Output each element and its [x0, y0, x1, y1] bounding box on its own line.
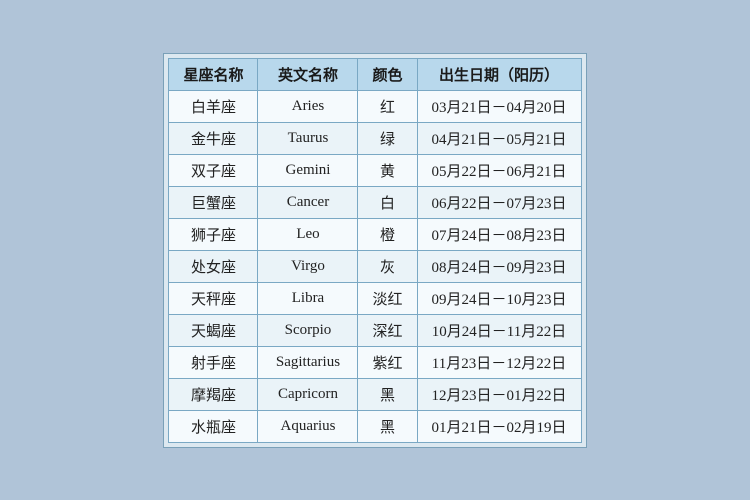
cell-color: 黄	[358, 154, 417, 186]
cell-date: 07月24日－08月23日	[417, 218, 581, 250]
cell-chinese: 双子座	[169, 154, 258, 186]
cell-english: Sagittarius	[258, 346, 358, 378]
cell-color: 橙	[358, 218, 417, 250]
cell-chinese: 处女座	[169, 250, 258, 282]
cell-english: Aquarius	[258, 410, 358, 442]
cell-color: 黑	[358, 378, 417, 410]
cell-color: 紫红	[358, 346, 417, 378]
cell-chinese: 狮子座	[169, 218, 258, 250]
table-row: 巨蟹座Cancer白06月22日－07月23日	[169, 186, 581, 218]
cell-color: 红	[358, 90, 417, 122]
cell-english: Leo	[258, 218, 358, 250]
zodiac-table-container: 星座名称 英文名称 颜色 出生日期（阳历） 白羊座Aries红03月21日－04…	[163, 53, 586, 448]
cell-chinese: 水瓶座	[169, 410, 258, 442]
table-row: 水瓶座Aquarius黑01月21日－02月19日	[169, 410, 581, 442]
cell-color: 灰	[358, 250, 417, 282]
cell-chinese: 射手座	[169, 346, 258, 378]
cell-date: 05月22日－06月21日	[417, 154, 581, 186]
cell-chinese: 天秤座	[169, 282, 258, 314]
cell-date: 12月23日－01月22日	[417, 378, 581, 410]
table-row: 狮子座Leo橙07月24日－08月23日	[169, 218, 581, 250]
cell-chinese: 白羊座	[169, 90, 258, 122]
cell-english: Libra	[258, 282, 358, 314]
header-english: 英文名称	[258, 58, 358, 90]
cell-chinese: 天蝎座	[169, 314, 258, 346]
cell-date: 10月24日－11月22日	[417, 314, 581, 346]
cell-english: Capricorn	[258, 378, 358, 410]
header-color: 颜色	[358, 58, 417, 90]
cell-chinese: 巨蟹座	[169, 186, 258, 218]
table-row: 射手座Sagittarius紫红11月23日－12月22日	[169, 346, 581, 378]
table-row: 双子座Gemini黄05月22日－06月21日	[169, 154, 581, 186]
cell-english: Aries	[258, 90, 358, 122]
cell-english: Gemini	[258, 154, 358, 186]
cell-color: 淡红	[358, 282, 417, 314]
cell-date: 08月24日－09月23日	[417, 250, 581, 282]
cell-english: Virgo	[258, 250, 358, 282]
cell-chinese: 摩羯座	[169, 378, 258, 410]
header-chinese: 星座名称	[169, 58, 258, 90]
cell-date: 01月21日－02月19日	[417, 410, 581, 442]
cell-color: 白	[358, 186, 417, 218]
cell-chinese: 金牛座	[169, 122, 258, 154]
cell-english: Cancer	[258, 186, 358, 218]
cell-date: 11月23日－12月22日	[417, 346, 581, 378]
cell-color: 绿	[358, 122, 417, 154]
table-row: 天秤座Libra淡红09月24日－10月23日	[169, 282, 581, 314]
table-row: 金牛座Taurus绿04月21日－05月21日	[169, 122, 581, 154]
header-date: 出生日期（阳历）	[417, 58, 581, 90]
cell-date: 03月21日－04月20日	[417, 90, 581, 122]
cell-date: 06月22日－07月23日	[417, 186, 581, 218]
table-row: 处女座Virgo灰08月24日－09月23日	[169, 250, 581, 282]
cell-english: Taurus	[258, 122, 358, 154]
table-row: 摩羯座Capricorn黑12月23日－01月22日	[169, 378, 581, 410]
cell-color: 深红	[358, 314, 417, 346]
cell-date: 09月24日－10月23日	[417, 282, 581, 314]
table-header-row: 星座名称 英文名称 颜色 出生日期（阳历）	[169, 58, 581, 90]
cell-date: 04月21日－05月21日	[417, 122, 581, 154]
cell-color: 黑	[358, 410, 417, 442]
cell-english: Scorpio	[258, 314, 358, 346]
table-row: 天蝎座Scorpio深红10月24日－11月22日	[169, 314, 581, 346]
table-row: 白羊座Aries红03月21日－04月20日	[169, 90, 581, 122]
zodiac-table: 星座名称 英文名称 颜色 出生日期（阳历） 白羊座Aries红03月21日－04…	[168, 58, 581, 443]
